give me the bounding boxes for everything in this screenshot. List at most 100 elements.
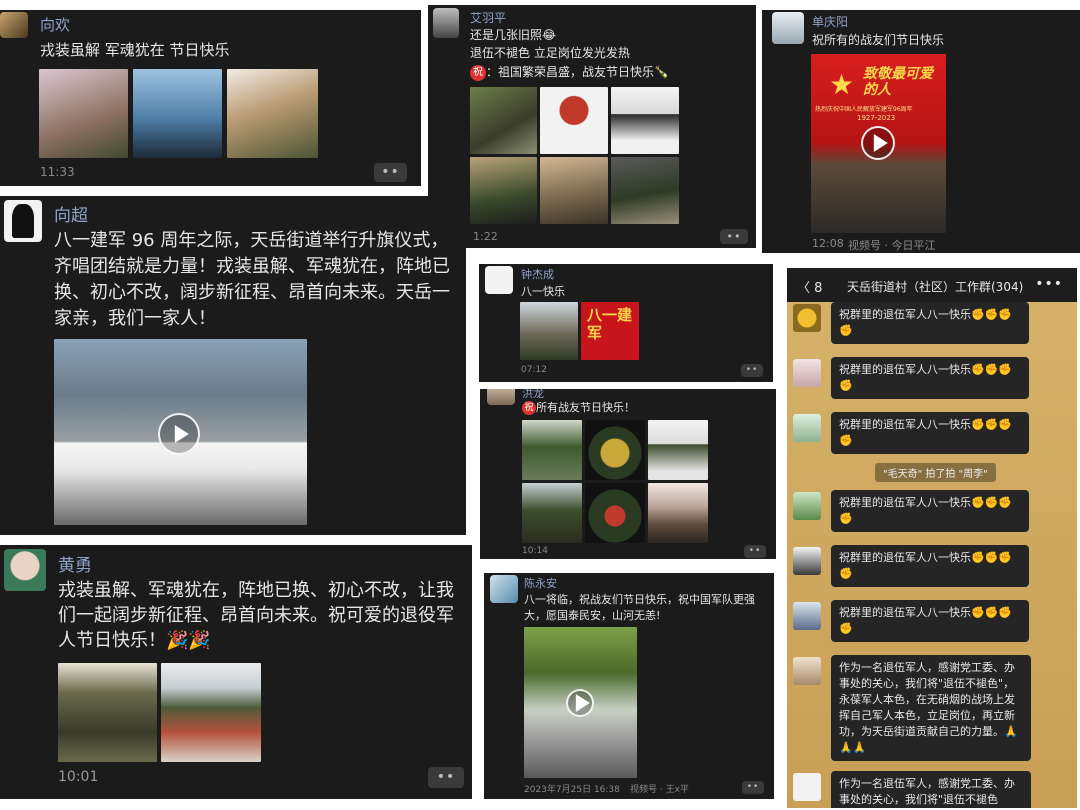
photo-thumbnail[interactable]: 八一建军 (581, 302, 639, 360)
chat-header: 〈 8 天岳街道村（社区）工作群(304) ••• (787, 268, 1077, 302)
more-button[interactable]: •• (428, 767, 464, 788)
avatar[interactable] (433, 8, 459, 38)
post-text: 八一快乐 (521, 285, 565, 298)
post-text-line: 退伍不褪色 立足岗位发光发热 (470, 46, 630, 60)
post-text: 祝所有战友节日快乐！ (522, 400, 635, 416)
poster-subtitle: 热烈庆祝中国人民解放军建军96周年 (815, 106, 913, 113)
photo-thumbnail[interactable] (585, 420, 645, 480)
photo-thumbnail[interactable] (58, 663, 157, 762)
avatar[interactable] (0, 12, 28, 38)
photo-thumbnail[interactable] (540, 157, 608, 224)
video-poster[interactable]: 致敬最可爱的人 ★ 热烈庆祝中国人民解放军建军96周年 1927-2023 (811, 54, 946, 233)
channel-label[interactable]: 视频号 · 今日平江 (848, 237, 936, 253)
author-name[interactable]: 向欢 (40, 14, 70, 35)
message-bubble[interactable]: 祝群里的退伍军人八一快乐✊✊✊✊ (831, 357, 1029, 399)
video-thumbnail[interactable] (54, 339, 307, 525)
avatar[interactable] (793, 304, 821, 332)
avatar[interactable] (490, 575, 518, 603)
avatar[interactable] (4, 549, 46, 591)
message-bubble[interactable]: 祝群里的退伍军人八一快乐✊✊✊✊ (831, 412, 1029, 454)
post-card-chenyongan: 陈永安 八一将临，祝战友们节日快乐，祝中国军队更强大，愿国泰民安，山河无恙! 2… (484, 573, 774, 799)
post-text: 戎装虽解、军魂犹在，阵地已换、初心不改，让我们一起阔步新征程、昂首向未来。祝可爱… (58, 580, 454, 651)
more-button[interactable]: •• (720, 229, 748, 244)
post-datetime: 2023年7月25日 16:38 (524, 785, 620, 795)
back-button[interactable]: 〈 8 (797, 277, 822, 296)
play-icon[interactable] (158, 413, 200, 455)
avatar[interactable] (772, 12, 804, 44)
message-bubble[interactable]: 祝群里的退伍军人八一快乐✊✊✊✊ (831, 600, 1029, 642)
message-bubble[interactable]: 祝群里的退伍军人八一快乐✊✊✊✊ (831, 490, 1029, 532)
photo-thumbnail[interactable] (611, 157, 679, 224)
avatar[interactable] (793, 547, 821, 575)
photo-thumbnail[interactable] (611, 87, 679, 154)
group-chat-window: 〈 8 天岳街道村（社区）工作群(304) ••• 祝群里的退伍军人八一快乐✊✊… (787, 268, 1077, 808)
blessing-badge: 祝 (470, 65, 486, 81)
avatar[interactable] (4, 200, 42, 242)
chat-message: 祝群里的退伍军人八一快乐✊✊✊✊ (787, 600, 1077, 646)
author-name[interactable]: 单庆阳 (812, 13, 848, 30)
star-icon: ★ (829, 68, 855, 101)
message-bubble[interactable]: 祝群里的退伍军人八一快乐✊✊✊✊ (831, 545, 1029, 587)
photo-thumbnail[interactable] (520, 302, 578, 360)
author-name[interactable]: 黄勇 (58, 551, 92, 576)
more-button[interactable]: •• (741, 364, 763, 377)
more-icon[interactable]: ••• (1035, 276, 1063, 292)
message-bubble[interactable]: 作为一名退伍军人，感谢党工委、办事处的关心，我们将"退伍不褪色"，永葆军人本色，… (831, 655, 1031, 761)
post-time: 10:01 (58, 769, 99, 785)
post-text: 八一将临，祝战友们节日快乐，祝中国军队更强大，愿国泰民安，山河无恙! (524, 593, 755, 622)
avatar[interactable] (485, 266, 513, 294)
play-icon[interactable] (566, 689, 594, 717)
photo-thumbnail[interactable] (648, 420, 708, 480)
message-bubble[interactable]: 作为一名退伍军人，感谢党工委、办事处的关心，我们将"退伍不褪色 (831, 771, 1031, 808)
chat-message: 祝群里的退伍军人八一快乐✊✊✊✊ (787, 412, 1077, 458)
chat-message: 作为一名退伍军人，感谢党工委、办事处的关心，我们将"退伍不褪色"，永葆军人本色，… (787, 655, 1077, 761)
photo-thumbnail[interactable] (585, 483, 645, 543)
post-text-line3: ：祖国繁荣昌盛，战友节日快乐🍾 (486, 65, 669, 79)
photo-thumbnail[interactable] (227, 69, 318, 158)
avatar[interactable] (487, 389, 515, 405)
play-icon[interactable] (861, 126, 895, 160)
avatar[interactable] (793, 657, 821, 685)
more-button[interactable]: •• (374, 163, 407, 182)
photo-thumbnail[interactable] (470, 87, 537, 154)
author-name[interactable]: 钟杰成 (521, 266, 554, 282)
photo-thumbnail[interactable] (39, 69, 128, 158)
chat-message: 作为一名退伍军人，感谢党工委、办事处的关心，我们将"退伍不褪色 (787, 771, 1077, 808)
video-thumbnail[interactable] (524, 627, 637, 778)
poster-years: 1927-2023 (857, 114, 896, 122)
post-time: 1:22 (473, 230, 498, 243)
photo-thumbnail[interactable] (161, 663, 261, 762)
post-card-shanqingyang: 单庆阳 祝所有的战友们节日快乐 致敬最可爱的人 ★ 热烈庆祝中国人民解放军建军9… (762, 10, 1080, 253)
author-name[interactable]: 向超 (54, 201, 88, 226)
more-button[interactable]: •• (742, 781, 764, 794)
author-name[interactable]: 艾羽平 (470, 9, 506, 26)
post-card-huangyong: 黄勇 戎装虽解、军魂犹在，阵地已换、初心不改，让我们一起阔步新征程、昂首向未来。… (0, 545, 472, 799)
chat-message: 祝群里的退伍军人八一快乐✊✊✊✊ (787, 545, 1077, 591)
post-card-aiyuping: 艾羽平 还是几张旧照😂 退伍不褪色 立足岗位发光发热 祝：祖国繁荣昌盛，战友节日… (428, 5, 756, 248)
post-time: 10:14 (522, 546, 548, 556)
post-text: 戎装虽解 军魂犹在 节日快乐 (40, 41, 230, 59)
avatar[interactable] (793, 773, 821, 801)
post-time: 07:12 (521, 365, 547, 375)
chat-message: 祝群里的退伍军人八一快乐✊✊✊✊ (787, 302, 1077, 348)
post-card-honglong: 洪龙 祝所有战友节日快乐！ 10:14 •• (480, 389, 776, 559)
photo-thumbnail[interactable] (522, 483, 582, 543)
avatar[interactable] (793, 359, 821, 387)
photo-thumbnail[interactable] (648, 483, 708, 543)
poster-text: 八一建军 (587, 306, 633, 342)
photo-thumbnail[interactable] (470, 157, 537, 224)
message-bubble[interactable]: 祝群里的退伍军人八一快乐✊✊✊✊ (831, 302, 1029, 344)
more-button[interactable]: •• (744, 545, 766, 558)
avatar[interactable] (793, 492, 821, 520)
author-name[interactable]: 陈永安 (524, 575, 557, 591)
blessing-badge: 祝 (522, 401, 536, 415)
channel-label[interactable]: 视频号 · 王x平 (630, 782, 689, 795)
photo-thumbnail[interactable] (540, 87, 608, 154)
avatar[interactable] (793, 602, 821, 630)
post-time: 12:08 (812, 237, 844, 250)
chat-message: 祝群里的退伍军人八一快乐✊✊✊✊ (787, 357, 1077, 403)
photo-thumbnail[interactable] (522, 420, 582, 480)
photo-thumbnail[interactable] (133, 69, 222, 158)
avatar[interactable] (793, 414, 821, 442)
poster-title: 致敬最可爱的人 (863, 66, 933, 98)
